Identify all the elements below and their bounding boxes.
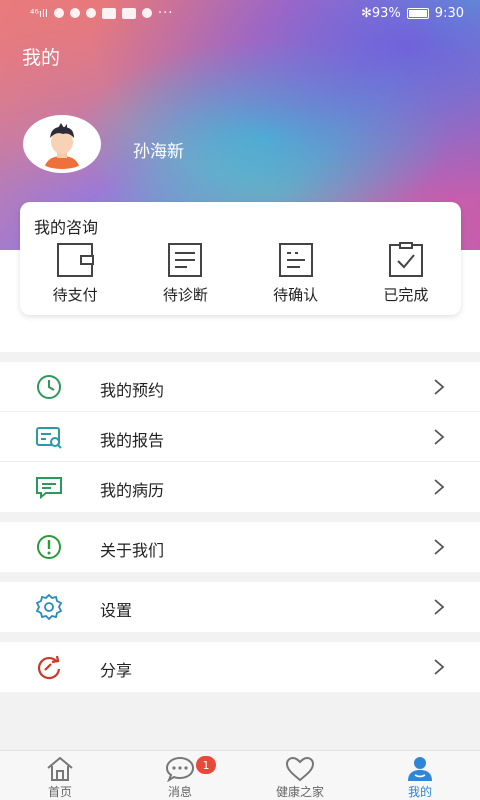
tab-label: 首页 bbox=[47, 785, 72, 799]
chevron-right-icon bbox=[434, 539, 445, 555]
menu-item-about[interactable]: 关于我们 bbox=[0, 522, 480, 572]
menu-label: 我的报告 bbox=[100, 431, 165, 450]
avatar[interactable] bbox=[23, 115, 101, 173]
battery-icon bbox=[406, 7, 429, 19]
chevron-right-icon bbox=[434, 599, 445, 615]
bluetooth-battery-text: ✻93% bbox=[361, 5, 401, 21]
chevron-right-icon bbox=[434, 479, 445, 495]
message-icon bbox=[165, 756, 195, 782]
consult-label: 待诊断 bbox=[162, 286, 208, 304]
menu-label: 分享 bbox=[100, 661, 133, 680]
consult-label: 已完成 bbox=[383, 286, 429, 304]
signal-indicator: ⁴⁶ıll bbox=[30, 6, 48, 20]
gear-icon bbox=[35, 593, 63, 621]
person-icon bbox=[408, 757, 432, 781]
menu-item-settings[interactable]: 设置 bbox=[0, 582, 480, 632]
menu-item-share[interactable]: 分享 bbox=[0, 642, 480, 692]
document-lines-icon bbox=[168, 243, 203, 277]
bottom-tab-bar: 首页 消息 1 健康之家 我的 bbox=[0, 750, 480, 800]
clock-icon bbox=[37, 375, 61, 399]
app-notification-icon bbox=[102, 7, 116, 19]
menu-label: 关于我们 bbox=[100, 541, 165, 560]
consult-label: 待确认 bbox=[273, 286, 319, 304]
share-refresh-icon bbox=[37, 655, 61, 680]
menu-item-appointments[interactable]: 我的预约 bbox=[0, 362, 480, 412]
consult-item-pending-payment[interactable]: 待支付 bbox=[20, 242, 130, 305]
settings-menu: 我的预约 我的报告 我的病历 关于我们 设置 分享 bbox=[0, 352, 480, 692]
chevron-right-icon bbox=[434, 379, 445, 395]
unread-badge: 1 bbox=[196, 756, 216, 774]
status-bar: ⁴⁶ıll ··· ✻93% 9:30 bbox=[0, 0, 480, 26]
chevron-right-icon bbox=[434, 429, 445, 445]
menu-item-records[interactable]: 我的病历 bbox=[0, 462, 480, 512]
more-notifications-icon: ··· bbox=[158, 5, 174, 21]
menu-item-reports[interactable]: 我的报告 bbox=[0, 412, 480, 462]
consult-item-pending-confirmation[interactable]: 待确认 bbox=[241, 242, 351, 305]
notification-icon bbox=[70, 8, 80, 18]
home-icon bbox=[47, 756, 73, 781]
heart-icon bbox=[285, 756, 315, 782]
menu-label: 我的病历 bbox=[100, 481, 165, 500]
clock-time: 9:30 bbox=[434, 5, 464, 21]
tab-home[interactable]: 首页 bbox=[0, 751, 120, 800]
chat-notification-icon bbox=[86, 8, 96, 18]
menu-label: 我的预约 bbox=[100, 381, 165, 400]
app-notification-icon-2 bbox=[122, 7, 136, 19]
consult-item-completed[interactable]: 已完成 bbox=[351, 242, 461, 305]
consult-label: 待支付 bbox=[52, 286, 98, 304]
tab-mine[interactable]: 我的 bbox=[360, 751, 480, 800]
tab-label: 消息 bbox=[167, 785, 192, 799]
info-exclamation-icon bbox=[37, 535, 61, 559]
tab-label: 健康之家 bbox=[275, 785, 324, 799]
avatar-person-icon bbox=[44, 123, 80, 169]
tab-label: 我的 bbox=[407, 785, 432, 799]
chat-record-icon bbox=[36, 477, 62, 500]
clipboard-check-icon bbox=[388, 242, 423, 277]
consult-item-pending-diagnosis[interactable]: 待诊断 bbox=[130, 242, 240, 305]
page-title: 我的 bbox=[22, 47, 61, 69]
menu-label: 设置 bbox=[100, 601, 133, 620]
tab-health-home[interactable]: 健康之家 bbox=[240, 751, 360, 800]
chevron-right-icon bbox=[434, 659, 445, 675]
consult-card: 我的咨询 待支付 待诊断 待确认 已完成 bbox=[20, 202, 461, 315]
document-dots-icon bbox=[278, 243, 313, 277]
wallet-icon bbox=[57, 243, 95, 277]
play-notification-icon bbox=[142, 8, 152, 18]
consult-title: 我的咨询 bbox=[34, 218, 99, 237]
report-search-icon bbox=[36, 427, 62, 449]
wifi-icon bbox=[54, 8, 64, 18]
tab-messages[interactable]: 消息 1 bbox=[120, 751, 240, 800]
user-name[interactable]: 孙海新 bbox=[133, 137, 184, 162]
